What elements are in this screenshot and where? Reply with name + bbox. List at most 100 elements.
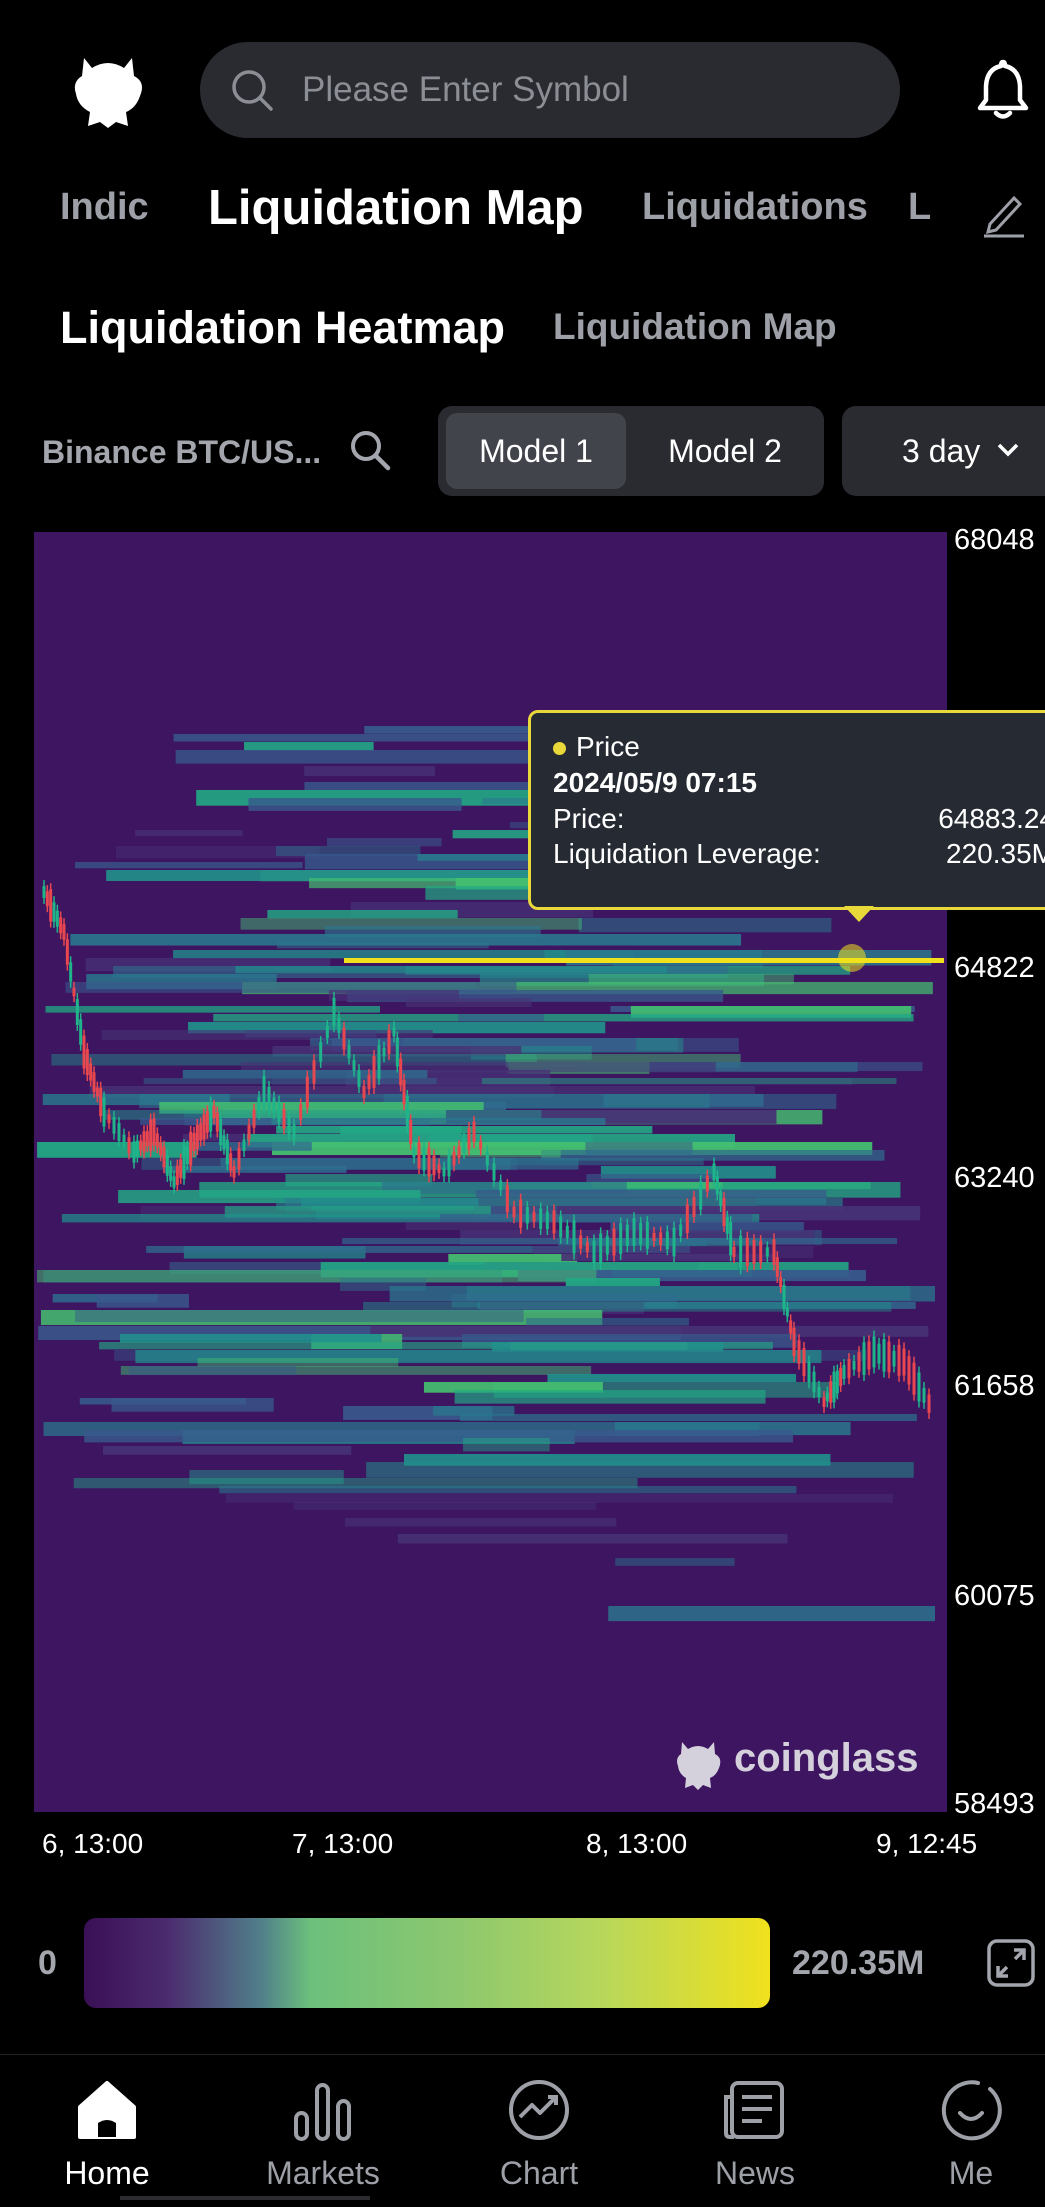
model-toggle: Model 1 Model 2 — [438, 406, 824, 496]
nav-home[interactable]: Home — [27, 2055, 187, 2207]
candle — [72, 987, 76, 997]
candle — [399, 1058, 403, 1086]
y-tick: 58493 — [954, 1788, 1035, 1820]
candle — [457, 1146, 461, 1158]
heatmap-band — [405, 1222, 552, 1231]
candle — [692, 1196, 696, 1218]
tab-liquidation-map[interactable]: Liquidation Map — [208, 180, 584, 236]
candle — [829, 1381, 833, 1403]
candle — [409, 1120, 413, 1144]
candle — [319, 1042, 323, 1062]
candle — [672, 1227, 676, 1257]
color-scale-bar — [84, 1918, 770, 2008]
pair-selector[interactable]: Binance BTC/US... — [42, 434, 321, 471]
model-1-button[interactable]: Model 1 — [446, 413, 626, 489]
candle — [305, 1076, 309, 1108]
candle — [699, 1181, 703, 1210]
candle — [172, 1176, 176, 1188]
candle — [832, 1371, 836, 1403]
candle — [867, 1341, 871, 1370]
subtab-liquidation-map[interactable]: Liquidation Map — [553, 306, 837, 348]
pair-search-icon[interactable] — [348, 428, 392, 472]
candle — [505, 1185, 509, 1213]
news-icon — [724, 2081, 784, 2139]
candle — [782, 1284, 786, 1310]
legend-min: 0 — [38, 1944, 57, 1982]
candle — [135, 1140, 139, 1157]
candle — [49, 889, 53, 922]
heatmap-band — [492, 1158, 704, 1166]
candle — [185, 1146, 189, 1165]
candle — [149, 1119, 153, 1152]
candle — [887, 1341, 891, 1373]
heatmap-band — [344, 1518, 617, 1527]
heatmap-band — [612, 1270, 753, 1277]
candle — [422, 1146, 426, 1171]
heatmap-band — [140, 1118, 272, 1125]
tab-indic[interactable]: Indic — [60, 186, 149, 229]
nav-news[interactable]: News — [675, 2055, 835, 2207]
model-2-button[interactable]: Model 2 — [634, 413, 816, 489]
app-logo-icon[interactable] — [66, 46, 150, 130]
candle — [892, 1350, 896, 1367]
candle — [377, 1045, 381, 1079]
candle — [802, 1348, 806, 1376]
candle — [82, 1035, 86, 1069]
candle — [282, 1108, 286, 1129]
heatmap-band — [547, 1374, 797, 1383]
heatmap-band — [102, 1446, 352, 1455]
candle — [712, 1163, 716, 1181]
candle — [247, 1124, 251, 1140]
fullscreen-icon[interactable] — [986, 1938, 1036, 1988]
me-icon — [941, 2080, 1002, 2141]
candle — [492, 1163, 496, 1181]
candle — [847, 1359, 851, 1379]
heatmap-band — [235, 966, 667, 974]
heatmap-band — [37, 1142, 197, 1158]
nav-markets[interactable]: Markets — [243, 2055, 403, 2207]
heatmap-band — [304, 766, 435, 777]
tab-truncated[interactable]: L — [908, 186, 931, 229]
nav-me[interactable]: Me — [891, 2055, 1045, 2207]
heatmap-band — [615, 1558, 735, 1566]
candle — [719, 1191, 723, 1206]
candle — [902, 1348, 906, 1376]
candle — [585, 1242, 589, 1252]
heatmap-band — [248, 798, 462, 811]
search-input[interactable]: Please Enter Symbol — [302, 42, 629, 138]
nav-chart[interactable]: Chart — [459, 2055, 619, 2207]
edit-icon[interactable] — [980, 190, 1028, 238]
tooltip-leverage-value: 220.35M — [946, 838, 1045, 869]
candle — [62, 924, 66, 940]
candle — [139, 1140, 143, 1151]
candle — [95, 1087, 99, 1097]
symbol-search-bar[interactable]: Please Enter Symbol — [200, 42, 900, 138]
candle — [499, 1180, 503, 1191]
candle — [229, 1153, 233, 1171]
coinglass-watermark: coinglass — [672, 1728, 919, 1792]
candle — [257, 1097, 261, 1114]
tab-liquidations[interactable]: Liquidations — [642, 186, 868, 229]
range-dropdown[interactable]: 3 day — [842, 406, 1045, 496]
candle — [552, 1210, 556, 1234]
y-tick: 61658 — [954, 1370, 1035, 1402]
candle — [372, 1056, 376, 1088]
candle — [367, 1075, 371, 1089]
candle — [342, 1027, 346, 1050]
candle — [169, 1166, 173, 1181]
candle — [639, 1222, 643, 1245]
candle — [452, 1151, 456, 1166]
notification-bell-icon[interactable] — [975, 58, 1031, 122]
candle — [619, 1223, 623, 1254]
heatmap-band — [526, 1318, 690, 1326]
candle — [299, 1104, 303, 1120]
candle — [472, 1121, 476, 1143]
candle — [382, 1047, 386, 1057]
candle — [237, 1147, 241, 1170]
subtab-liquidation-heatmap[interactable]: Liquidation Heatmap — [60, 302, 505, 354]
candle — [685, 1204, 689, 1233]
candle — [179, 1159, 183, 1178]
candle — [85, 1048, 89, 1076]
candle — [722, 1197, 726, 1227]
candle — [442, 1167, 446, 1177]
